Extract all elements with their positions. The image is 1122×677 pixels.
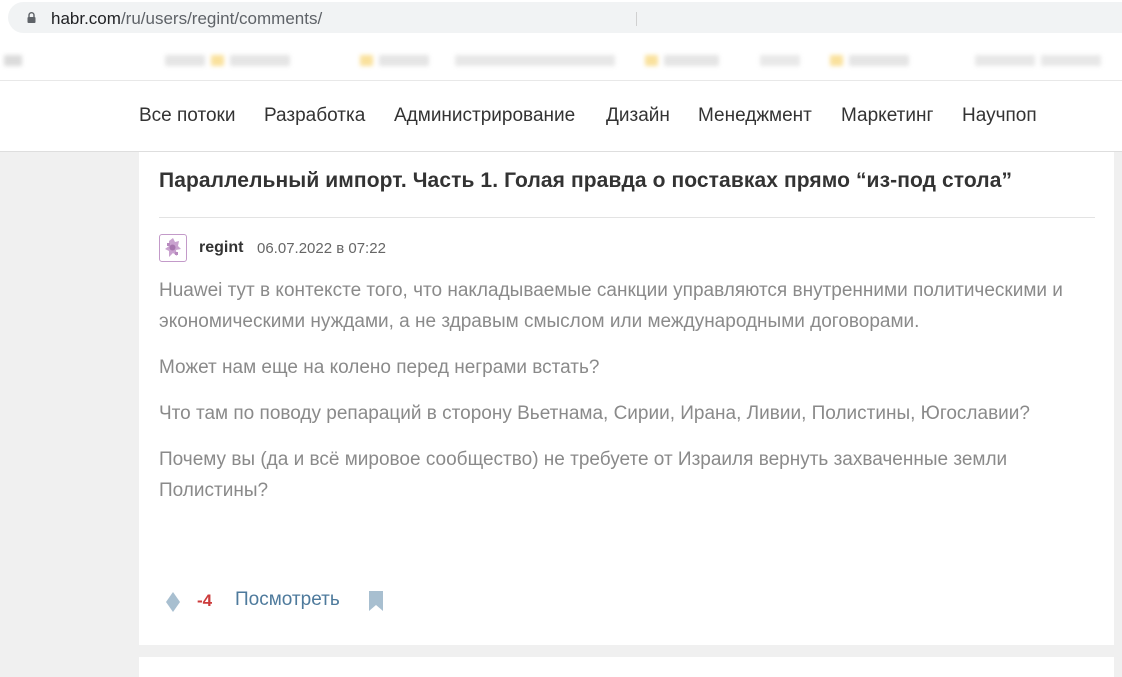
bookmark-item-blurred[interactable] xyxy=(975,52,1107,67)
bookmark-item-blurred[interactable] xyxy=(830,52,915,67)
post-title-link[interactable]: Параллельный импорт. Часть 1. Голая прав… xyxy=(159,169,1012,193)
avatar[interactable] xyxy=(159,234,187,262)
text-cursor xyxy=(636,12,637,26)
nav-item-design[interactable]: Дизайн xyxy=(606,105,670,127)
url-text: habr.com/ru/users/regint/comments/ xyxy=(51,9,322,29)
bookmark-item-blurred[interactable] xyxy=(760,52,806,67)
url-field[interactable]: habr.com/ru/users/regint/comments/ xyxy=(8,2,1122,33)
bookmarks-bar xyxy=(0,38,1122,81)
bookmark-item-blurred[interactable] xyxy=(360,52,435,67)
nav-item-marketing[interactable]: Маркетинг xyxy=(841,105,933,127)
comment-paragraph: Что там по поводу репараций в сторону Вь… xyxy=(159,403,1030,424)
flows-nav: Все потоки Разработка Администрирование … xyxy=(0,81,1122,152)
bookmark-icon[interactable] xyxy=(368,591,384,611)
comment-paragraph: Huawei тут в контексте того, что наклады… xyxy=(159,280,1063,332)
browser-address-bar: habr.com/ru/users/regint/comments/ xyxy=(0,0,1122,38)
author-username[interactable]: regint xyxy=(199,239,243,257)
comment-paragraph: Может нам еще на колено перед неграми вс… xyxy=(159,357,600,378)
bookmark-item-blurred[interactable] xyxy=(455,52,621,67)
nav-item-management[interactable]: Менеджмент xyxy=(698,105,812,127)
nav-item-development[interactable]: Разработка xyxy=(264,105,365,127)
bookmark-item-blurred[interactable] xyxy=(4,52,28,67)
bookmark-item-blurred[interactable] xyxy=(645,52,725,67)
next-comment-card xyxy=(139,657,1114,677)
comment-paragraph: Почему вы (да и всё мировое сообщество) … xyxy=(159,449,1008,501)
comment-date[interactable]: 06.07.2022 в 07:22 xyxy=(257,240,386,257)
url-host: habr.com xyxy=(51,9,121,28)
url-path: /ru/users/regint/comments/ xyxy=(120,9,323,28)
comment-score: -4 xyxy=(197,591,213,610)
avatar-identicon-icon xyxy=(165,238,181,257)
nav-item-all-flows[interactable]: Все потоки xyxy=(139,105,235,127)
vote-icon[interactable] xyxy=(166,592,180,612)
nav-item-administration[interactable]: Администрирование xyxy=(394,105,575,127)
view-comment-link[interactable]: Посмотреть xyxy=(235,589,340,611)
bookmark-item-blurred[interactable] xyxy=(165,52,296,67)
comment-body: Huawei тут в контексте того, что наклады… xyxy=(159,275,1089,521)
nav-item-popsci[interactable]: Научпоп xyxy=(962,105,1037,127)
comment-card: Параллельный импорт. Часть 1. Голая прав… xyxy=(139,152,1114,645)
divider xyxy=(159,217,1095,218)
lock-icon[interactable] xyxy=(27,12,36,23)
